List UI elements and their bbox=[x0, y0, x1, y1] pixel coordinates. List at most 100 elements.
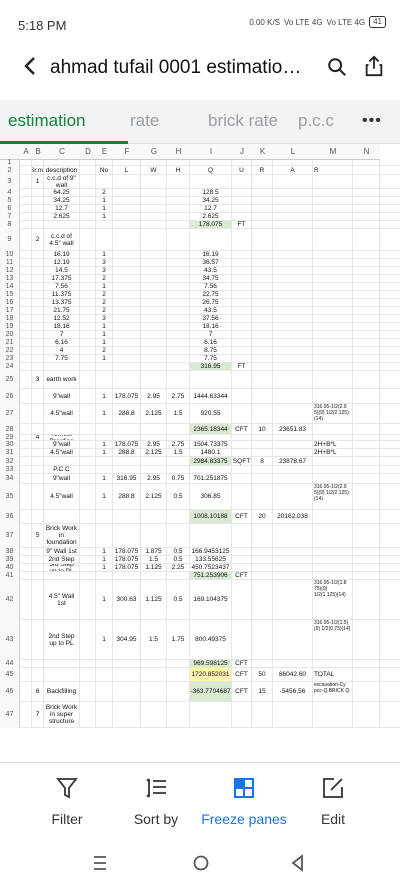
cell-j31[interactable] bbox=[232, 449, 252, 456]
row-header[interactable]: 2 bbox=[0, 166, 20, 175]
cell-l12[interactable] bbox=[273, 267, 313, 274]
cell-n6[interactable] bbox=[353, 205, 380, 212]
cell-a32[interactable] bbox=[20, 457, 32, 465]
row-header[interactable]: 16 bbox=[0, 299, 20, 307]
cell-j21[interactable] bbox=[232, 339, 252, 346]
cell-k27[interactable] bbox=[252, 404, 273, 423]
cell-j26[interactable] bbox=[232, 389, 252, 403]
row-header[interactable]: 39 bbox=[0, 556, 20, 564]
cell-m23[interactable] bbox=[313, 355, 353, 362]
cell-l1[interactable] bbox=[273, 160, 313, 165]
cell-m29[interactable] bbox=[313, 435, 353, 440]
cell-b46[interactable]: 6 bbox=[32, 682, 44, 701]
row-header[interactable]: 33 bbox=[0, 466, 20, 474]
cell-d22[interactable] bbox=[80, 347, 96, 354]
cell-j42[interactable] bbox=[232, 580, 252, 619]
cell-h39[interactable]: 0.5 bbox=[167, 556, 190, 563]
cell-c12[interactable]: 14.5 bbox=[44, 267, 80, 274]
cell-k35[interactable] bbox=[252, 484, 273, 509]
row-header[interactable]: 22 bbox=[0, 347, 20, 355]
cell-d42[interactable] bbox=[80, 580, 96, 619]
cell-l20[interactable] bbox=[273, 331, 313, 338]
cell-g33[interactable] bbox=[141, 466, 167, 473]
column-header-h[interactable]: H bbox=[167, 144, 190, 160]
cell-n1[interactable] bbox=[353, 160, 380, 165]
cell-e35[interactable]: 1 bbox=[96, 484, 113, 509]
cell-c29[interactable]: Termite Proofing bbox=[44, 435, 80, 440]
cell-l40[interactable] bbox=[273, 564, 313, 571]
cell-k15[interactable] bbox=[252, 291, 273, 298]
cell-j36[interactable]: CFT bbox=[232, 510, 252, 523]
cell-h15[interactable] bbox=[167, 291, 190, 298]
cell-e34[interactable]: 1 bbox=[96, 474, 113, 483]
cell-n29[interactable] bbox=[353, 435, 380, 440]
cell-e36[interactable] bbox=[96, 510, 113, 523]
cell-h36[interactable] bbox=[167, 510, 190, 523]
cell-c18[interactable]: 12.52 bbox=[44, 315, 80, 322]
cell-f43[interactable]: 304.95 bbox=[113, 620, 141, 659]
cell-a45[interactable] bbox=[20, 668, 32, 681]
cell-n38[interactable] bbox=[353, 548, 380, 555]
cell-d17[interactable] bbox=[80, 307, 96, 314]
cell-g22[interactable] bbox=[141, 347, 167, 354]
cell-n46[interactable] bbox=[353, 682, 380, 701]
cell-e31[interactable]: 1 bbox=[96, 449, 113, 456]
cell-k16[interactable] bbox=[252, 299, 273, 306]
cell-h1[interactable] bbox=[167, 160, 190, 165]
cell-b20[interactable] bbox=[32, 331, 44, 338]
cell-g12[interactable] bbox=[141, 267, 167, 274]
cell-g37[interactable] bbox=[141, 524, 167, 547]
cell-e24[interactable] bbox=[96, 363, 113, 370]
cell-h31[interactable]: 1.5 bbox=[167, 449, 190, 456]
cell-k38[interactable] bbox=[252, 548, 273, 555]
cell-l35[interactable] bbox=[273, 484, 313, 509]
column-header-g[interactable]: G bbox=[141, 144, 167, 160]
cell-a2[interactable] bbox=[20, 166, 32, 174]
cell-g38[interactable]: 1.875 bbox=[141, 548, 167, 555]
cell-l31[interactable] bbox=[273, 449, 313, 456]
cell-i28[interactable]: 2365.18344 bbox=[190, 424, 232, 434]
cell-n30[interactable] bbox=[353, 441, 380, 448]
cell-i22[interactable]: 8.75 bbox=[190, 347, 232, 354]
cell-b42[interactable] bbox=[32, 580, 44, 619]
cell-m19[interactable] bbox=[313, 323, 353, 330]
cell-b4[interactable] bbox=[32, 189, 44, 196]
cell-f24[interactable] bbox=[113, 363, 141, 370]
cell-a19[interactable] bbox=[20, 323, 32, 330]
cell-j40[interactable] bbox=[232, 564, 252, 571]
cell-g19[interactable] bbox=[141, 323, 167, 330]
cell-a6[interactable] bbox=[20, 205, 32, 212]
cell-h37[interactable] bbox=[167, 524, 190, 547]
cell-e14[interactable]: 1 bbox=[96, 283, 113, 290]
cell-n47[interactable] bbox=[353, 702, 380, 727]
cell-a34[interactable] bbox=[20, 474, 32, 483]
cell-k18[interactable] bbox=[252, 315, 273, 322]
cell-e10[interactable]: 1 bbox=[96, 251, 113, 258]
cell-k19[interactable] bbox=[252, 323, 273, 330]
cell-b47[interactable]: 7 bbox=[32, 702, 44, 727]
cell-g36[interactable] bbox=[141, 510, 167, 523]
cell-c3[interactable]: c.c.d of 9" wall bbox=[44, 175, 80, 188]
cell-g14[interactable] bbox=[141, 283, 167, 290]
cell-d43[interactable] bbox=[80, 620, 96, 659]
cell-i38[interactable]: 166.9453125 bbox=[190, 548, 232, 555]
cell-f9[interactable] bbox=[113, 229, 141, 250]
cell-n39[interactable] bbox=[353, 556, 380, 563]
cell-c43[interactable]: 2nd Step up to PL bbox=[44, 620, 80, 659]
cell-g8[interactable] bbox=[141, 221, 167, 228]
cell-a47[interactable] bbox=[20, 702, 32, 727]
cell-m36[interactable] bbox=[313, 510, 353, 523]
cell-e9[interactable] bbox=[96, 229, 113, 250]
cell-e40[interactable]: 1 bbox=[96, 564, 113, 571]
cell-f33[interactable] bbox=[113, 466, 141, 473]
cell-b1[interactable] bbox=[32, 160, 44, 165]
row-header[interactable]: 30 bbox=[0, 441, 20, 449]
cell-c20[interactable]: 7 bbox=[44, 331, 80, 338]
cell-k3[interactable] bbox=[252, 175, 273, 188]
cell-j44[interactable]: CFT bbox=[232, 660, 252, 667]
cell-c39[interactable]: 2nd Step bbox=[44, 556, 80, 563]
cell-h18[interactable] bbox=[167, 315, 190, 322]
row-header[interactable]: 13 bbox=[0, 275, 20, 283]
cell-m41[interactable] bbox=[313, 572, 353, 579]
cell-c25[interactable]: earth work bbox=[44, 371, 80, 388]
